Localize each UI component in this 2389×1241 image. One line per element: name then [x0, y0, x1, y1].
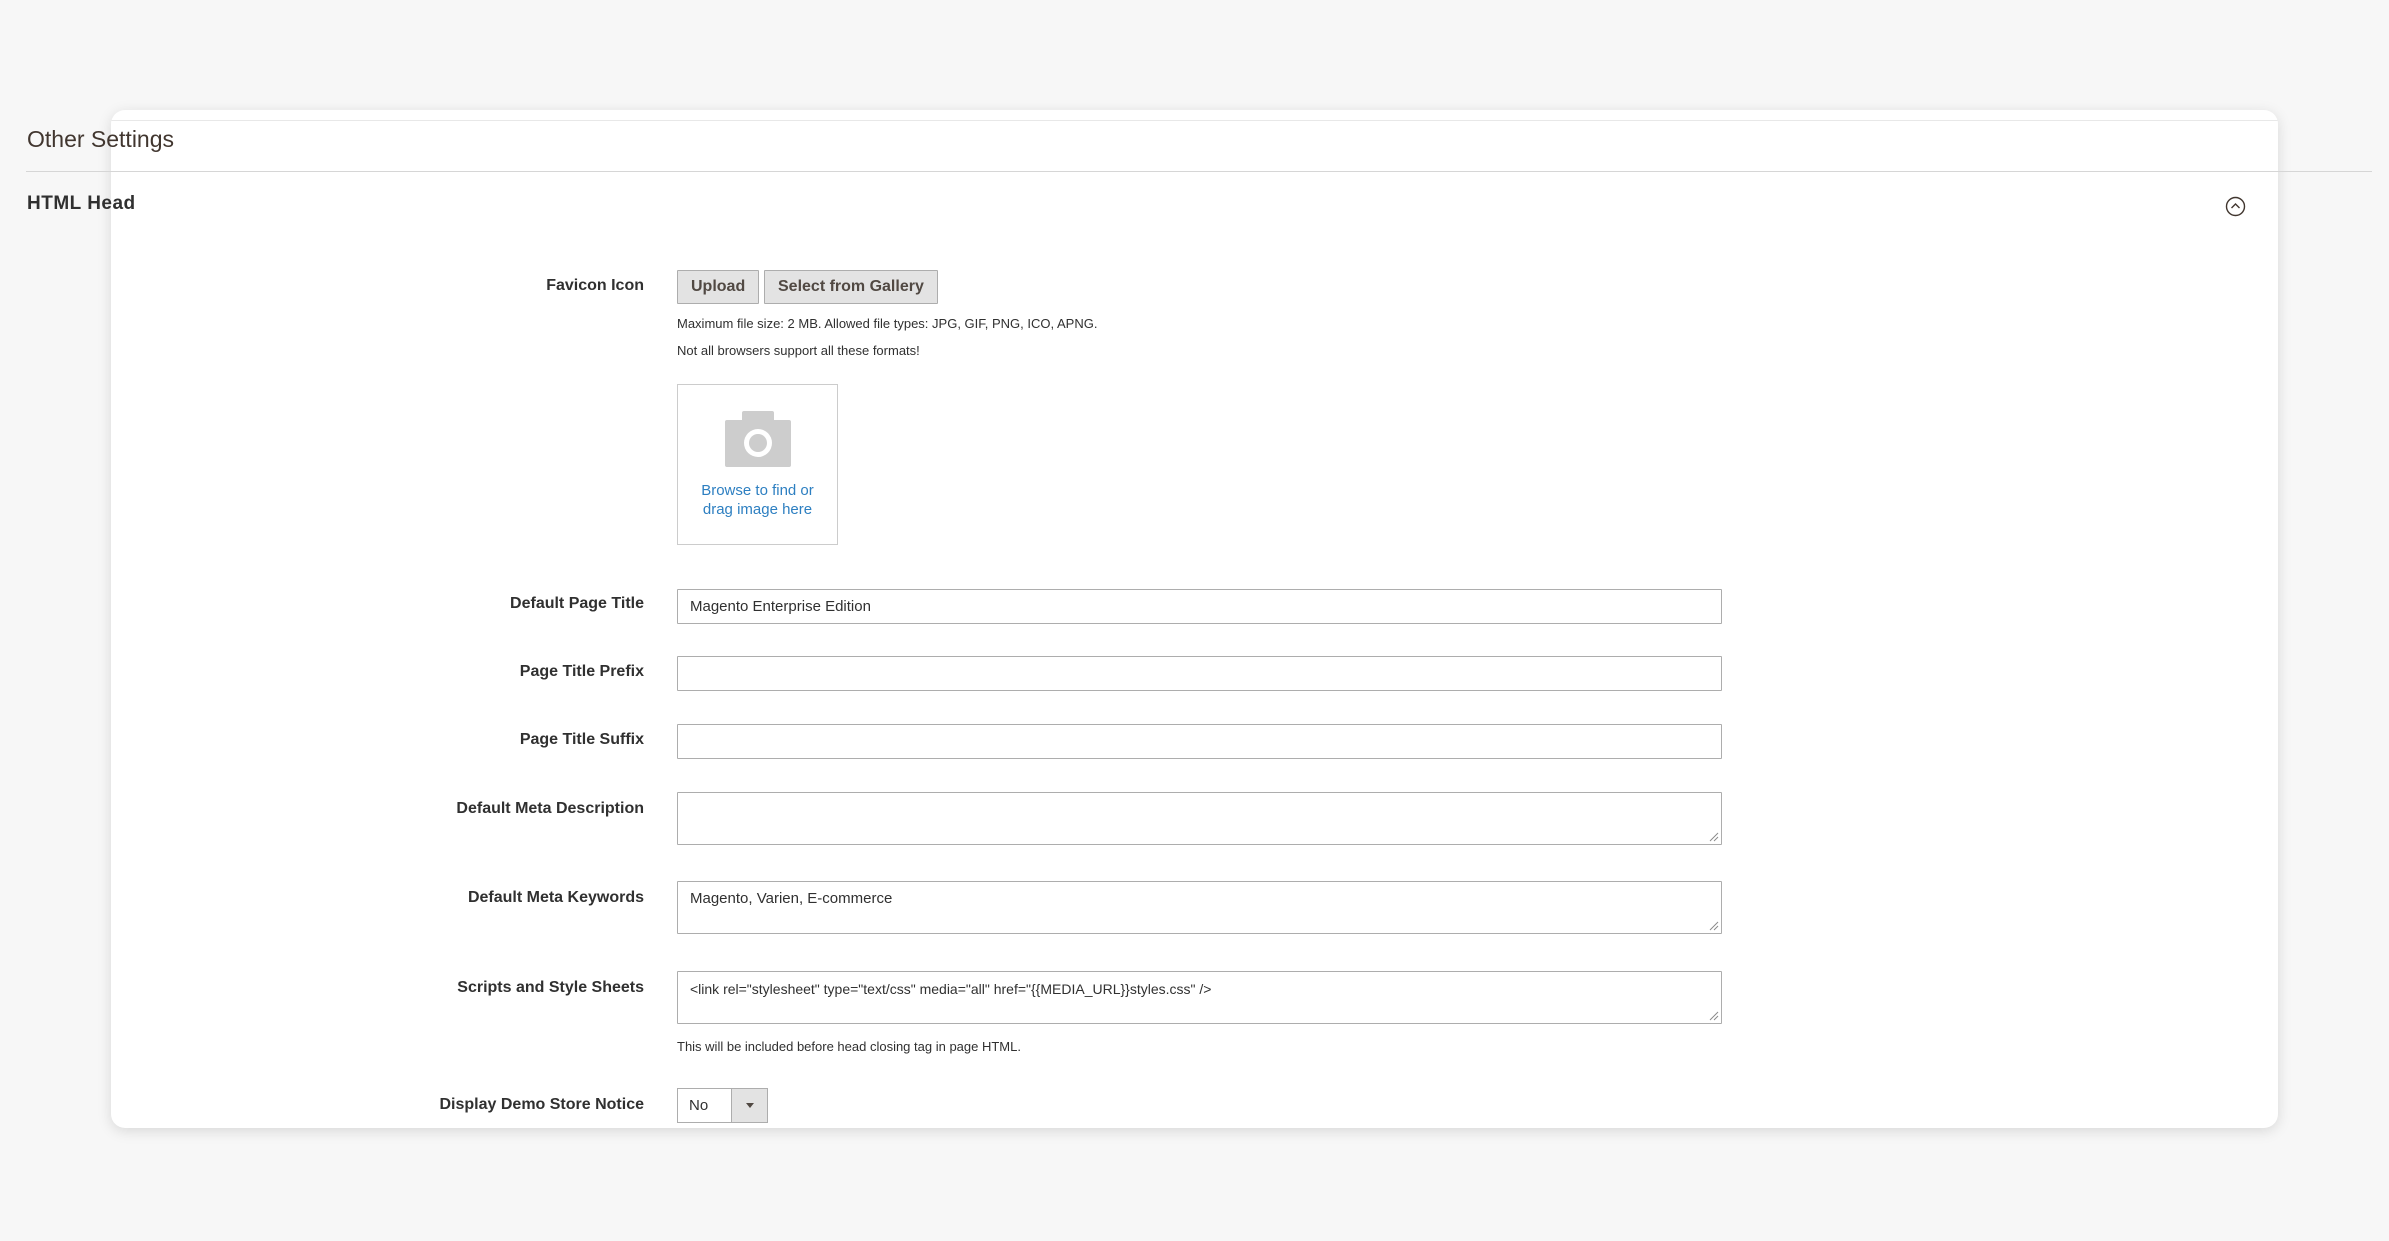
image-dropzone[interactable]: Browse to find or drag image here: [677, 384, 838, 545]
default-page-title-label: Default Page Title: [510, 595, 644, 612]
display-demo-store-notice-select[interactable]: No: [677, 1088, 768, 1123]
section-title[interactable]: Other Settings: [27, 126, 174, 153]
favicon-icon-label: Favicon Icon: [546, 277, 644, 294]
display-demo-store-notice-label: Display Demo Store Notice: [439, 1096, 645, 1113]
default-meta-keywords-label: Default Meta Keywords: [467, 889, 644, 906]
select-from-gallery-button[interactable]: Select from Gallery: [764, 270, 938, 304]
default-meta-description-label: Default Meta Description: [456, 800, 644, 817]
upload-button[interactable]: Upload: [677, 270, 760, 304]
camera-icon: [725, 411, 791, 467]
default-meta-keywords-textarea[interactable]: Magento, Varien, E-commerce: [677, 881, 1722, 934]
section-divider: [26, 171, 2372, 172]
dropzone-text[interactable]: Browse to find or drag image here: [678, 481, 837, 519]
scripts-and-style-sheets-label: Scripts and Style Sheets: [457, 979, 644, 996]
scripts-and-style-sheets-textarea[interactable]: <link rel="stylesheet" type="text/css" m…: [677, 971, 1722, 1024]
default-page-title-input[interactable]: Magento Enterprise Edition: [677, 589, 1722, 624]
page-title-prefix-label: Page Title Prefix: [519, 663, 644, 680]
default-meta-keywords-value: Magento, Varien, E-commerce: [690, 890, 893, 907]
select-toggle[interactable]: [731, 1089, 767, 1122]
scripts-and-style-sheets-value: <link rel="stylesheet" type="text/css" m…: [690, 981, 1212, 997]
page-title-prefix-input[interactable]: [677, 656, 1722, 691]
select-value: No: [689, 1097, 709, 1114]
favicon-size-note: Maximum file size: 2 MB. Allowed file ty…: [677, 316, 1098, 331]
group-title-html-head[interactable]: HTML Head: [27, 193, 136, 215]
page-title-suffix-input[interactable]: [677, 724, 1722, 759]
panel-top-divider: [111, 120, 2278, 121]
default-meta-description-textarea[interactable]: [677, 792, 1722, 845]
favicon-browser-note: Not all browsers support all these forma…: [677, 343, 920, 358]
chevron-down-icon: [746, 1103, 754, 1108]
resize-grip-icon[interactable]: [1709, 832, 1719, 842]
collapse-circle-icon[interactable]: [2225, 196, 2246, 217]
scripts-and-style-sheets-note: This will be included before head closin…: [677, 1039, 1021, 1054]
page-title-suffix-label: Page Title Suffix: [519, 731, 644, 748]
resize-grip-icon[interactable]: [1709, 1011, 1719, 1021]
resize-grip-icon[interactable]: [1709, 921, 1719, 931]
